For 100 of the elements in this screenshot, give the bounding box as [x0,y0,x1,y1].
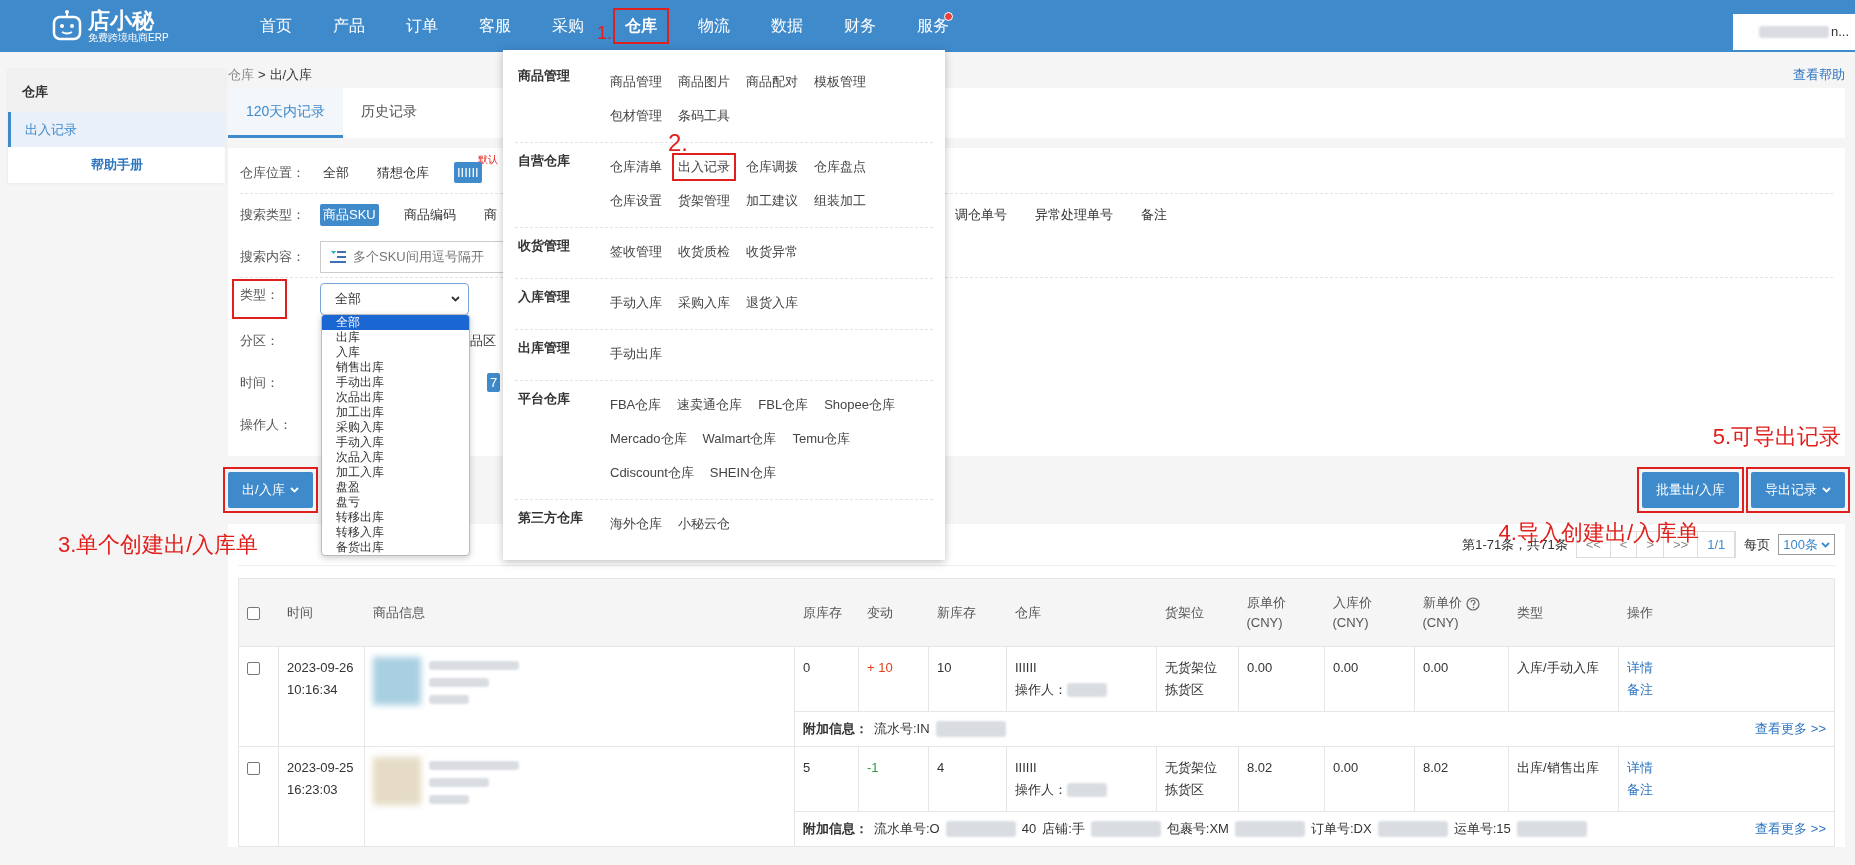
filter-option[interactable]: 商品SKU [320,204,379,226]
menu-item[interactable]: 手动出库 [604,340,668,368]
menu-item[interactable]: 小秘云仓 [672,510,736,538]
menu-item[interactable]: 组装加工 [808,187,872,215]
tab[interactable]: 120天内记录 [228,88,344,138]
action-button[interactable]: 批量出/入库 [1642,472,1739,508]
menu-item[interactable]: 仓库调拨 [740,153,804,181]
table-cell-text: IIIIII [1015,659,1038,677]
table-link[interactable]: 详情 [1627,757,1826,779]
help-icon[interactable] [1465,596,1480,611]
filter-option[interactable]: 备注 [1138,204,1170,226]
menu-item[interactable]: 商品图片 [672,68,736,96]
dropdown-option[interactable]: 入库 [322,345,469,360]
action-button[interactable]: 出/入库 [228,472,313,508]
menu-item[interactable]: SHEIN仓库 [703,459,782,487]
menu-item[interactable]: 速卖通仓库 [671,391,749,419]
per-page-select[interactable]: 100条 [1778,533,1835,556]
nav-item[interactable]: 采购 [540,8,596,44]
dropdown-option[interactable]: 转移出库 [322,510,469,525]
filter-option[interactable]: 全部 [320,161,352,184]
nav-item[interactable]: 服务 [905,8,961,44]
menu-item[interactable]: FBL仓库 [752,391,815,419]
dropdown-option[interactable]: 加工入库 [322,465,469,480]
nav-item[interactable]: 订单 [394,8,450,44]
column-header: 原单价 (CNY) [1246,595,1286,630]
filter-option[interactable]: 调仓单号 [952,204,1010,226]
nav-item[interactable]: 物流 [686,8,742,44]
dropdown-option[interactable]: 销售出库 [322,360,469,375]
menu-item[interactable]: 收货质检 [672,238,736,266]
dropdown-option[interactable]: 备货出库 [322,540,469,555]
nav-item[interactable]: 财务 [832,8,888,44]
filter-option[interactable]: 品区 [470,333,496,349]
more-link[interactable]: 查看更多 >> [1755,818,1826,840]
step-number: 2. [668,131,688,155]
dropdown-option[interactable]: 转移入库 [322,525,469,540]
dropdown-option[interactable]: 采购入库 [322,420,469,435]
help-link[interactable]: 帮助手册 [8,147,225,183]
photo-placeholder [373,657,421,705]
nav-item[interactable]: 首页 [248,8,304,44]
menu-item[interactable]: 仓库清单 [604,153,668,181]
dropdown-option[interactable]: 全部 [322,315,469,330]
menu-item[interactable]: 收货异常 [740,238,804,266]
page-button[interactable]: 1/1 [1698,531,1736,558]
menu-item[interactable]: FBA仓库 [604,391,668,419]
checkbox[interactable] [247,606,260,620]
dropdown-option[interactable]: 手动入库 [322,435,469,450]
menu-item[interactable]: 包材管理 [604,102,668,130]
table-link[interactable]: 备注 [1627,679,1826,701]
menu-group-title: 出库管理 [517,339,571,357]
nav-item[interactable]: 产品 [321,8,377,44]
dropdown-option[interactable]: 盘亏 [322,495,469,510]
table-cell: 入库/手动入库 [1517,660,1599,675]
table-link[interactable]: 详情 [1627,657,1826,679]
caret-icon [1821,541,1830,548]
menu-item[interactable]: 签收管理 [604,238,668,266]
menu-item[interactable]: 手动入库 [604,289,668,317]
table-cell-text: 拣货区 [1165,781,1205,799]
table-cell: 0.00 [1333,660,1359,675]
menu-item[interactable]: 商品配对 [740,68,804,96]
help-link[interactable]: 查看帮助 [1793,65,1845,85]
menu-item[interactable]: Mercado仓库 [604,425,693,453]
menu-item[interactable]: 条码工具 [672,102,736,130]
filter-label: 分区： [239,332,280,351]
filter-option[interactable]: 7 [487,373,501,393]
tab[interactable]: 历史记录 [343,88,436,138]
nav-item[interactable]: 仓库 [613,8,669,44]
more-link[interactable]: 查看更多 >> [1755,718,1826,740]
menu-item[interactable]: 采购入库 [672,289,736,317]
dropdown-option[interactable]: 次品入库 [322,450,469,465]
user-name: n... [1830,23,1849,42]
menu-item[interactable]: 商品管理 [604,68,668,96]
menu-item[interactable]: 仓库设置 [604,187,668,215]
nav-item[interactable]: 数据 [759,8,815,44]
menu-item[interactable]: Temu仓库 [786,425,857,453]
nav-item[interactable]: 客服 [467,8,523,44]
filter-option[interactable]: 猜想仓库 [374,161,432,184]
checkbox[interactable] [247,662,260,676]
menu-item[interactable]: Cdiscount仓库 [604,459,700,487]
dropdown-option[interactable]: 盘盈 [322,480,469,495]
menu-item[interactable]: 海外仓库 [604,510,668,538]
dropdown-option[interactable]: 出库 [322,330,469,345]
dropdown-option[interactable]: 手动出库 [322,375,469,390]
menu-group-title: 第三方仓库 [517,509,584,527]
filter-label: 时间： [239,374,280,393]
checkbox[interactable] [247,762,260,776]
dropdown-option[interactable]: 加工出库 [322,405,469,420]
table-link[interactable]: 备注 [1627,779,1826,801]
menu-item[interactable]: 仓库盘点 [808,153,872,181]
filter-option[interactable]: 异常处理单号 [1032,204,1116,226]
menu-item[interactable]: Shopee仓库 [818,391,901,419]
menu-item[interactable]: 货架管理 [672,187,736,215]
user-menu[interactable]: n... [1733,14,1855,50]
menu-item[interactable]: 退货入库 [740,289,804,317]
menu-item[interactable]: Walmart仓库 [696,425,783,453]
filter-option[interactable]: 商 [480,204,500,226]
action-button[interactable]: 导出记录 [1751,472,1845,508]
menu-item[interactable]: 加工建议 [740,187,804,215]
filter-option[interactable]: 商品编码 [400,204,459,226]
menu-item[interactable]: 模板管理 [808,68,872,96]
dropdown-option[interactable]: 次品出库 [322,390,469,405]
